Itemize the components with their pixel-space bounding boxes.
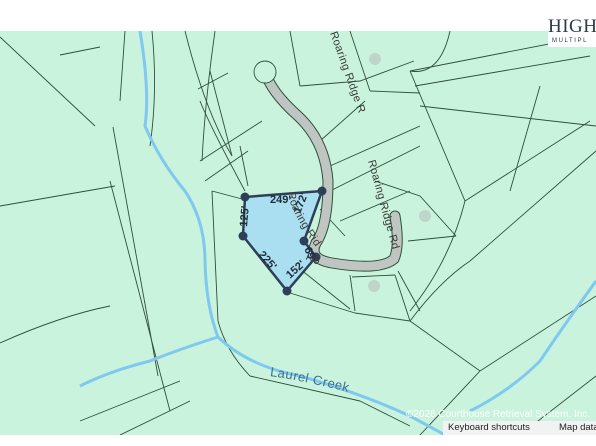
copyright-text: ©2026 Courthouse Retrieval System, Inc.	[406, 409, 591, 420]
map-marker	[368, 280, 380, 292]
map-marker	[419, 210, 431, 222]
map-marker	[369, 53, 381, 65]
cul-de-sac	[253, 60, 277, 84]
bottom-bar	[0, 435, 596, 446]
map-view[interactable]: 249' 172' 125' 225' 152' 69' Roaring Rid…	[0, 0, 596, 446]
dim-west: 125'	[238, 205, 252, 227]
brand-logo-title: HIGH	[548, 16, 596, 37]
parcel-map[interactable]: 249' 172' 125' 225' 152' 69' Roaring Rid…	[0, 31, 596, 435]
brand-logo: HIGH MULTIPL	[548, 13, 596, 47]
top-bar	[0, 0, 596, 31]
map-data-link[interactable]: Map data ©	[559, 422, 596, 433]
vertex-ne[interactable]	[317, 186, 327, 196]
vertex-nw[interactable]	[240, 192, 250, 202]
keyboard-shortcuts-link[interactable]: Keyboard shortcuts	[448, 422, 530, 433]
brand-logo-subtitle: MULTIPL	[552, 38, 589, 44]
map-footer: Keyboard shortcuts Map data ©	[443, 421, 596, 435]
vertex-w[interactable]	[238, 231, 248, 241]
vertex-s[interactable]	[282, 286, 292, 296]
